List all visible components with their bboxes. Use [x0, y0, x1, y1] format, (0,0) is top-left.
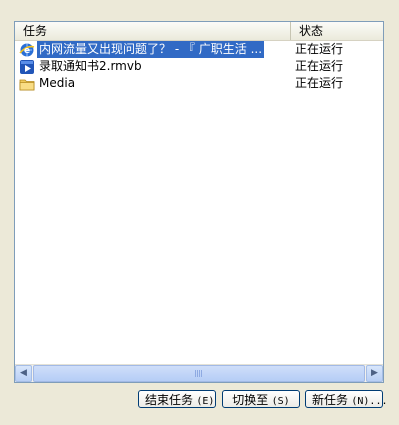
media-player-icon: [20, 59, 34, 74]
task-list[interactable]: 任务 状态 e 内网流量又出现问题了？ - 『 广职生活 ... 正在运行 录取…: [14, 21, 384, 383]
new-task-accelerator: (N)...: [351, 396, 388, 407]
task-name: Media: [39, 76, 76, 90]
svg-text:e: e: [24, 46, 30, 56]
end-task-accelerator: (E): [196, 396, 215, 407]
task-name: 内网流量又出现问题了？ - 『 广职生活 ...: [37, 41, 265, 58]
task-name: 录取通知书2.rmvb: [39, 59, 142, 73]
end-task-label: 结束任务: [145, 393, 194, 407]
switch-to-accelerator: (S): [271, 396, 290, 407]
scroll-thumb[interactable]: [33, 365, 365, 382]
task-rows: e 内网流量又出现问题了？ - 『 广职生活 ... 正在运行 录取通知书2.r…: [15, 41, 383, 92]
ie-icon: e: [19, 43, 35, 56]
new-task-label: 新任务: [312, 393, 349, 407]
task-status: 正在运行: [295, 59, 344, 73]
scroll-left-icon[interactable]: ◀: [15, 365, 32, 382]
task-status: 正在运行: [295, 42, 344, 56]
column-header-task[interactable]: 任务: [15, 22, 291, 40]
grip-icon: [195, 370, 203, 377]
horizontal-scrollbar[interactable]: ◀ ▶: [15, 364, 383, 382]
column-header-status[interactable]: 状态: [291, 22, 383, 40]
end-task-button[interactable]: 结束任务 (E): [138, 390, 216, 408]
scroll-right-icon[interactable]: ▶: [366, 365, 383, 382]
switch-to-label: 切换至: [232, 393, 269, 407]
folder-icon: [19, 79, 35, 90]
table-row[interactable]: Media 正在运行: [15, 75, 383, 92]
table-row[interactable]: e 内网流量又出现问题了？ - 『 广职生活 ... 正在运行: [15, 41, 383, 58]
task-status: 正在运行: [295, 76, 344, 90]
switch-to-button[interactable]: 切换至 (S): [222, 390, 300, 408]
list-header: 任务 状态: [15, 22, 383, 41]
table-row[interactable]: 录取通知书2.rmvb 正在运行: [15, 58, 383, 75]
new-task-button[interactable]: 新任务 (N)...: [305, 390, 387, 408]
